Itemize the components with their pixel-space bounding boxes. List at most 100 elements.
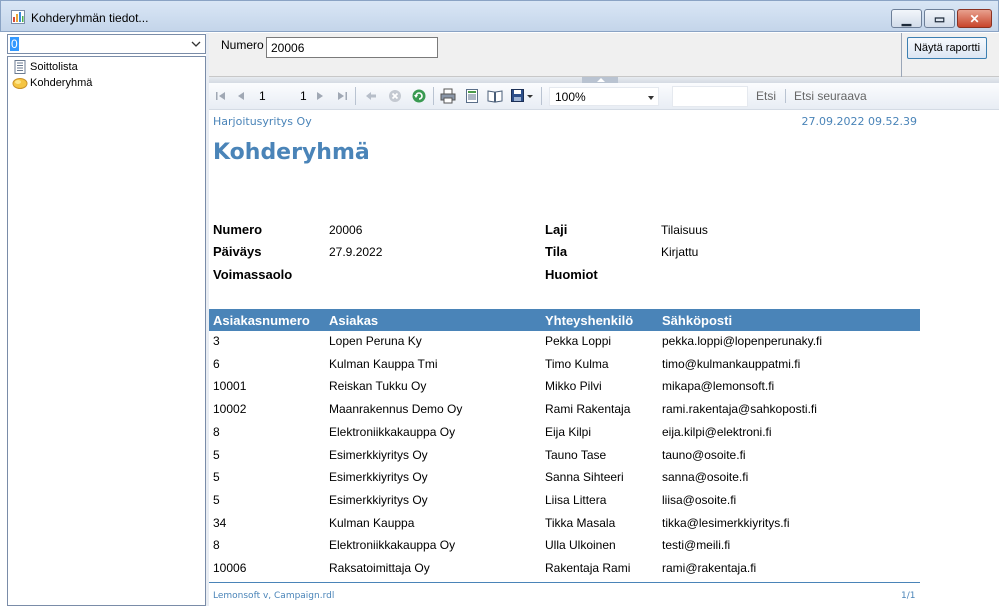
page-setup-icon[interactable] <box>487 88 503 104</box>
report-app-icon <box>11 10 25 24</box>
export-icon[interactable] <box>510 88 526 104</box>
previous-page-icon[interactable] <box>233 88 249 104</box>
tila-label: Tila <box>545 244 568 259</box>
tree-item-label: Soittolista <box>30 61 78 73</box>
table-row: 6 Kulman Kauppa Tmi Timo Kulma timo@kulmank… <box>209 354 920 377</box>
minimize-icon: ▁ <box>901 11 912 26</box>
report-toolbar: 1 1 100% Etsi Etsi seuraava <box>209 83 999 110</box>
column-header: Yhteyshenkilö <box>545 313 634 328</box>
table-cell: rami@rakentaja.fi <box>662 561 757 575</box>
print-icon[interactable] <box>440 88 456 104</box>
table-cell: 5 <box>213 492 220 507</box>
table-cell: Reiskan Tukku Oy <box>329 379 427 394</box>
report-selector-combo[interactable]: 0 <box>7 34 206 54</box>
table-cell: Pekka Loppi <box>545 334 612 348</box>
table-cell: 5 <box>213 447 220 462</box>
table-cell: Mikko Pilvi <box>545 379 602 394</box>
close-icon: ✕ <box>969 11 980 26</box>
total-pages: 1 <box>300 89 307 103</box>
table-cell: tauno@osoite.fi <box>662 447 746 462</box>
next-page-icon[interactable] <box>312 88 328 104</box>
zoom-select[interactable]: 100% <box>549 87 659 106</box>
table-cell: Tauno Tase <box>545 447 607 462</box>
report-parameters: Numero Näytä raportti <box>209 33 999 77</box>
chevron-down-icon <box>648 96 654 100</box>
table-cell: liisa@osoite.fi <box>662 492 737 507</box>
table-row: 10002 Maanrakennus Demo Oy Rami Rakentaja r… <box>209 399 920 422</box>
stop-icon[interactable] <box>387 88 403 104</box>
table-cell: 10002 <box>213 402 247 417</box>
table-cell: Tikka Masala <box>545 515 616 530</box>
table-cell: Elektroniikkakauppa Oy <box>329 538 456 553</box>
laji-label: Laji <box>545 222 568 237</box>
company-name: Harjoitusyritys Oy <box>213 115 312 128</box>
table-cell: Sanna Sihteeri <box>545 470 624 485</box>
table-cell: Esimerkkiyritys Oy <box>329 492 428 507</box>
print-layout-icon[interactable] <box>464 88 480 104</box>
report-datetime: 27.09.2022 09.52.39 <box>801 115 917 128</box>
table-cell: Elektroniikkakauppa Oy <box>329 424 456 439</box>
table-cell: Kulman Kauppa <box>329 515 415 530</box>
table-row: 34 Kulman Kauppa Tikka Masala tikka@lesimer… <box>209 513 920 536</box>
paivays-value: 27.9.2022 <box>329 245 383 259</box>
table-row: 3 Lopen Peruna Ky Pekka Loppi pekka.loppi@l… <box>209 331 920 354</box>
zoom-value: 100% <box>555 90 586 104</box>
find-next-link[interactable]: Etsi seuraava <box>794 89 867 103</box>
paivays-label: Päiväys <box>213 244 262 259</box>
minimize-button[interactable]: ▁ <box>891 9 922 28</box>
report-navigator-pane: 0 Soittolista Kohderyhmä <box>5 33 206 606</box>
export-dropdown-icon[interactable] <box>526 88 534 104</box>
table-cell: Eija Kilpi <box>545 424 592 439</box>
tree-item-kohderyhma[interactable]: Kohderyhmä <box>12 75 92 91</box>
close-button[interactable]: ✕ <box>957 9 992 28</box>
table-row: 8 Elektroniikkakauppa Oy Ulla Ulkoinen test… <box>209 535 920 558</box>
table-cell: Esimerkkiyritys Oy <box>329 447 428 462</box>
table-cell: rami.rakentaja@sahkoposti.fi <box>662 402 817 417</box>
table-cell: mikapa@lemonsoft.fi <box>662 379 775 394</box>
maximize-button[interactable]: ▭ <box>924 9 955 28</box>
numero-label: Numero <box>213 222 263 237</box>
current-page-input[interactable]: 1 <box>259 89 266 103</box>
table-row: 5 Esimerkkiyritys Oy Sanna Sihteeri sanna@o… <box>209 467 920 490</box>
toolbar-separator <box>785 89 786 103</box>
laji-value: Tilaisuus <box>661 223 708 237</box>
column-header: Asiakasnumero <box>213 313 310 328</box>
table-row: 10001 Reiskan Tukku Oy Mikko Pilvi mikapa@l… <box>209 376 920 399</box>
table-cell: sanna@osoite.fi <box>662 470 749 485</box>
find-input[interactable] <box>672 86 748 107</box>
find-link[interactable]: Etsi <box>756 89 776 103</box>
numero-param-input[interactable] <box>266 37 438 58</box>
table-cell: 3 <box>213 334 220 348</box>
title-bar: Kohderyhmän tiedot... ▁ ▭ ✕ <box>0 0 999 32</box>
report-tree: Soittolista Kohderyhmä <box>7 56 206 606</box>
numero-value: 20006 <box>329 223 363 237</box>
toolbar-separator <box>433 87 434 105</box>
footer-divider <box>209 582 920 583</box>
refresh-icon[interactable] <box>411 88 427 104</box>
table-cell: Liisa Littera <box>545 492 607 507</box>
tree-item-soittolista[interactable]: Soittolista <box>12 59 78 75</box>
table-cell: 10006 <box>213 561 247 575</box>
table-cell: 6 <box>213 356 220 371</box>
table-cell: Raksatoimittaja Oy <box>329 561 430 575</box>
last-page-icon[interactable] <box>334 88 350 104</box>
first-page-icon[interactable] <box>213 88 229 104</box>
tila-value: Kirjattu <box>661 245 699 259</box>
back-icon[interactable] <box>363 88 379 104</box>
table-cell: Kulman Kauppa Tmi <box>329 356 438 371</box>
table-cell: tikka@lesimerkkiyritys.fi <box>662 515 790 530</box>
view-report-button[interactable]: Näytä raportti <box>907 37 987 59</box>
param-divider <box>901 33 902 77</box>
table-cell: eija.kilpi@elektroni.fi <box>662 424 772 439</box>
table-cell: Maanrakennus Demo Oy <box>329 402 463 417</box>
group-icon <box>12 78 28 89</box>
table-cell: Rami Rakentaja <box>545 402 631 417</box>
window-title: Kohderyhmän tiedot... <box>31 11 149 25</box>
table-cell: 10001 <box>213 379 247 394</box>
tree-item-label: Kohderyhmä <box>30 77 93 89</box>
table-cell: 8 <box>213 424 220 439</box>
toolbar-separator <box>355 87 356 105</box>
combo-selected-value: 0 <box>10 37 19 51</box>
table-row: 10006 Raksatoimittaja Oy Rakentaja Rami ram… <box>209 558 920 581</box>
chevron-down-icon[interactable] <box>190 38 202 50</box>
